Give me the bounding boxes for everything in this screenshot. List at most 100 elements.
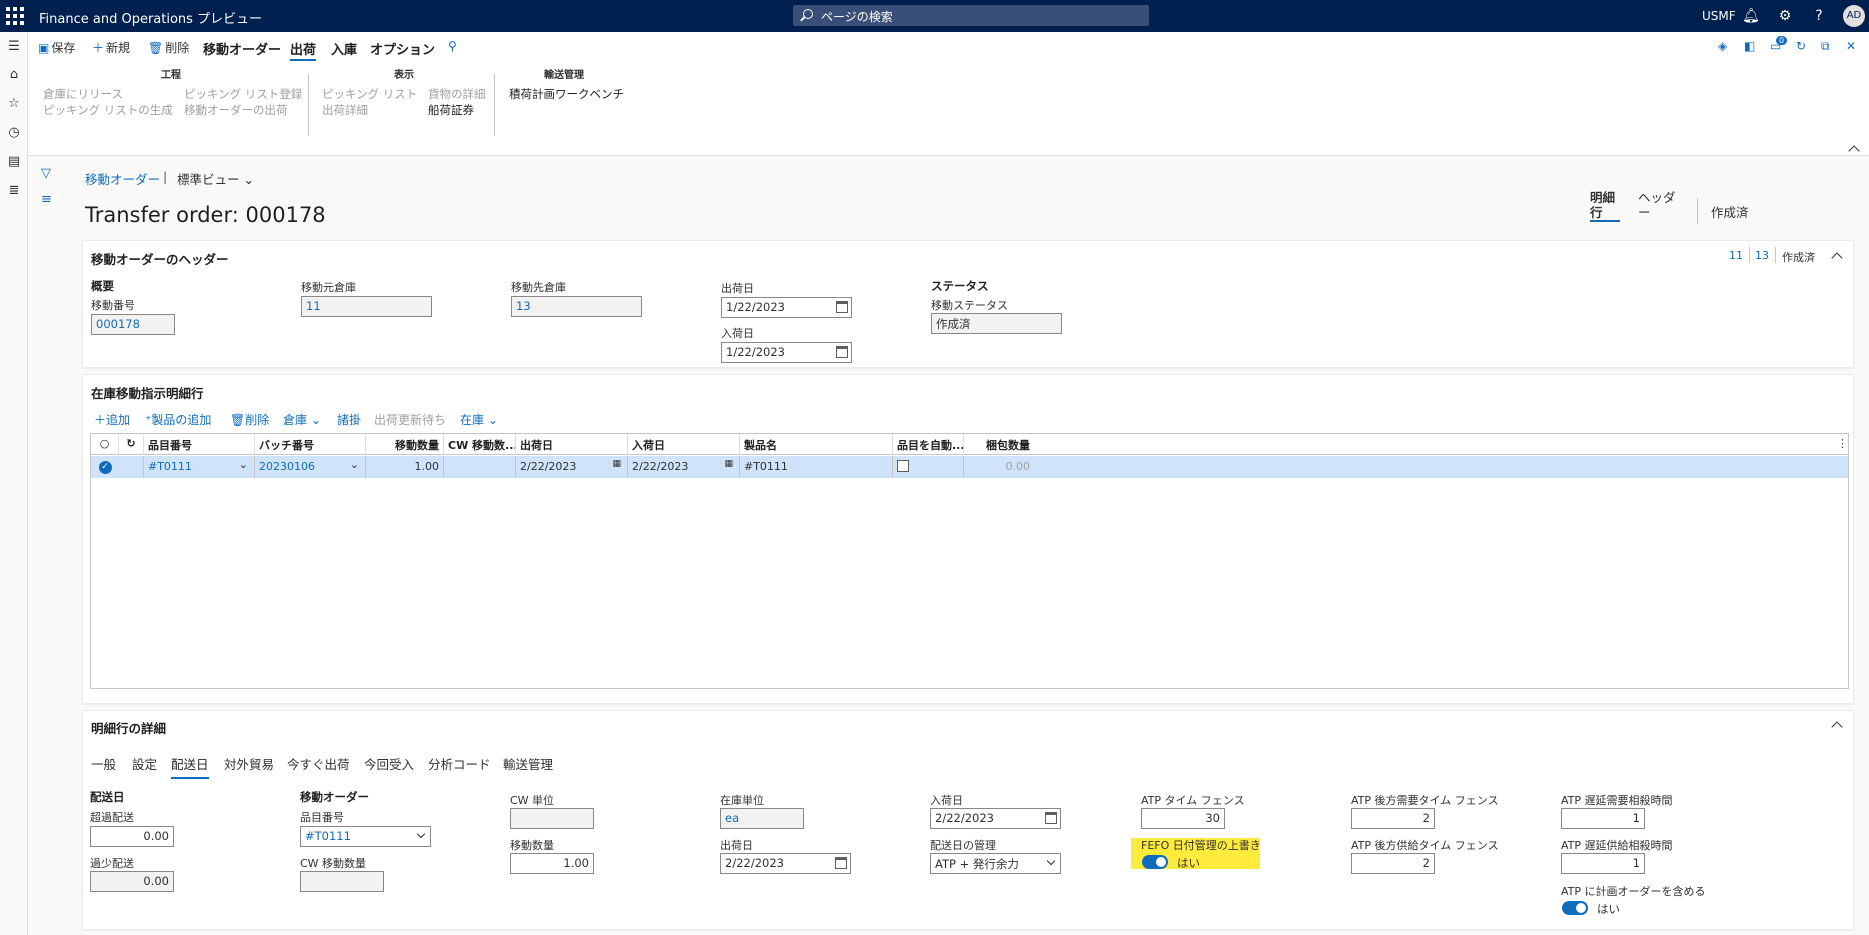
cell-cw-qty[interactable] — [444, 456, 516, 478]
refresh-icon[interactable]: ↻ — [1796, 39, 1806, 53]
detail-item-number-field[interactable]: #T0111 — [300, 826, 431, 847]
close-icon[interactable]: ✕ — [1846, 39, 1856, 53]
tab-receive-now[interactable]: 今回受入 — [364, 754, 414, 773]
collapse-icon[interactable] — [1831, 252, 1843, 264]
order-no-field[interactable]: 000178 — [91, 314, 175, 335]
tab-options[interactable]: オプション — [370, 39, 435, 58]
tab-ship[interactable]: 出荷 — [290, 39, 317, 61]
generate-picking-list-button[interactable]: ピッキング リストの生成 — [43, 102, 173, 118]
tab-delivery-date[interactable]: 配送日 — [171, 754, 209, 779]
save-button[interactable]: ▣ 保存 — [38, 39, 75, 56]
receipt-date-field[interactable]: 1/22/2023 — [721, 342, 852, 363]
delete-button[interactable]: 🗑︎ 削除 — [148, 39, 189, 56]
attach-icon[interactable]: ◈ — [1718, 39, 1727, 53]
bell-icon[interactable]: 🔔︎ — [1742, 7, 1760, 25]
chevron-down-icon[interactable]: ⌄ — [350, 458, 359, 471]
cell-transfer-qty[interactable]: 1.00 — [366, 456, 444, 478]
col-ship-date[interactable]: 出荷日 — [516, 434, 628, 455]
fefo-toggle[interactable] — [1142, 855, 1168, 869]
more-options-icon[interactable]: ⋮ — [1837, 437, 1848, 450]
add-line-button[interactable]: ＋追加 — [94, 411, 130, 428]
calendar-icon[interactable] — [835, 857, 847, 869]
star-icon[interactable]: ☆ — [5, 95, 23, 113]
detail-qty-field[interactable]: 1.00 — [510, 853, 594, 874]
detail-ship-date-field[interactable]: 2/22/2023 — [720, 853, 851, 874]
ship-transfer-order-button[interactable]: 移動オーダーの出荷 — [184, 102, 288, 118]
release-to-warehouse-button[interactable]: 倉庫にリリース — [43, 86, 123, 102]
col-item-number[interactable]: 品目番号 — [144, 434, 255, 455]
tab-financial-dimensions[interactable]: 分析コード — [428, 754, 491, 773]
table-row[interactable]: ✓ #T0111 ⌄ 20230106 ⌄ 1.00 2/22/2023 ▦ 2/22… — [91, 456, 1848, 478]
tab-lines[interactable]: 明細行 — [1590, 190, 1620, 222]
page-search-input[interactable]: ページの検索 — [793, 5, 1149, 26]
breadcrumb[interactable]: 移動オーダー — [85, 169, 160, 188]
calendar-icon[interactable]: ▦ — [612, 459, 621, 469]
to-warehouse-field[interactable]: 13 — [511, 296, 642, 317]
office-icon[interactable]: ◧ — [1744, 39, 1755, 53]
list-icon[interactable]: ≡ — [41, 192, 52, 207]
from-warehouse-field[interactable]: 11 — [301, 296, 432, 317]
tab-receive[interactable]: 入庫 — [331, 39, 357, 58]
load-planning-workbench-button[interactable]: 積荷計画ワークベンチ — [509, 86, 624, 102]
inventory-unit-field[interactable]: ea — [720, 808, 804, 829]
new-button[interactable]: ＋新規 — [92, 39, 130, 56]
ship-date-field[interactable]: 1/22/2023 — [721, 297, 852, 318]
col-pack-qty[interactable]: 梱包数量 — [964, 434, 1034, 455]
col-transfer-qty[interactable]: 移動数量 — [366, 434, 444, 455]
cw-unit-field[interactable] — [510, 808, 594, 829]
notifications-icon[interactable]: ▭ 0 — [1770, 36, 1788, 53]
tab-header[interactable]: ヘッダー — [1638, 190, 1678, 220]
cell-item-number[interactable]: #T0111 ⌄ — [144, 456, 255, 478]
popout-icon[interactable]: ⧉ — [1821, 39, 1830, 54]
modules-icon[interactable]: ≣ — [5, 182, 23, 200]
cell-receipt-date[interactable]: 2/22/2023 ▦ — [628, 456, 740, 478]
company-picker[interactable]: USMF — [1702, 9, 1736, 23]
calendar-icon[interactable] — [1045, 812, 1057, 824]
delay-demand-field[interactable]: 1 — [1561, 808, 1645, 829]
header-section-title[interactable]: 移動オーダーのヘッダー — [91, 249, 229, 268]
misc-charges-button[interactable]: 諸掛 — [337, 411, 361, 428]
collapse-ribbon-icon[interactable] — [1848, 145, 1860, 157]
cw-transfer-qty-field[interactable] — [300, 871, 384, 892]
tab-transfer-order[interactable]: 移動オーダー — [203, 39, 281, 58]
home-icon[interactable]: ⌂ — [5, 66, 23, 84]
avatar[interactable]: AD — [1843, 5, 1865, 27]
clock-icon[interactable]: ◷ — [5, 124, 23, 142]
hamburger-icon[interactable]: ☰ — [5, 38, 23, 56]
tab-foreign-trade[interactable]: 対外貿易 — [224, 754, 274, 773]
atp-fence-field[interactable]: 30 — [1141, 808, 1225, 829]
collapse-icon[interactable] — [1831, 721, 1843, 733]
view-selector[interactable]: 標準ビュー ⌄ — [177, 169, 254, 188]
tab-transportation[interactable]: 輸送管理 — [503, 754, 553, 773]
col-receipt-date[interactable]: 入荷日 — [628, 434, 740, 455]
add-products-button[interactable]: ⁺製品の追加 — [145, 411, 211, 428]
back-supply-field[interactable]: 2 — [1351, 853, 1435, 874]
bill-of-lading-button[interactable]: 船荷証券 — [428, 102, 474, 118]
freight-details-button[interactable]: 貨物の詳細 — [428, 86, 486, 102]
col-auto-item[interactable]: 品目を自動... — [893, 434, 964, 455]
app-launcher-icon[interactable] — [6, 7, 24, 25]
delivery-mgmt-select[interactable]: ATP + 発行余力 — [930, 853, 1061, 874]
auto-item-checkbox[interactable] — [897, 460, 909, 472]
row-selected-check-icon[interactable]: ✓ — [91, 456, 119, 478]
chevron-down-icon[interactable]: ⌄ — [239, 458, 248, 471]
col-product-name[interactable]: 製品名 — [740, 434, 893, 455]
help-icon[interactable]: ? — [1810, 7, 1828, 25]
chevron-down-icon[interactable] — [1046, 856, 1056, 866]
tab-setup[interactable]: 設定 — [132, 754, 157, 773]
delay-supply-field[interactable]: 1 — [1561, 853, 1645, 874]
back-demand-field[interactable]: 2 — [1351, 808, 1435, 829]
chevron-down-icon[interactable] — [416, 829, 426, 839]
calendar-icon[interactable] — [836, 301, 848, 313]
warehouse-menu[interactable]: 倉庫 ⌄ — [283, 411, 321, 428]
over-delivery-field[interactable]: 0.00 — [90, 826, 174, 847]
select-all-radio[interactable]: ○ — [91, 434, 119, 455]
under-delivery-field[interactable]: 0.00 — [90, 871, 174, 892]
shipment-details-button[interactable]: 出荷詳細 — [322, 102, 368, 118]
calendar-icon[interactable]: ▦ — [724, 459, 733, 469]
cell-auto-item[interactable] — [893, 456, 964, 478]
tab-general[interactable]: 一般 — [91, 754, 116, 773]
details-section-title[interactable]: 明細行の詳細 — [91, 718, 166, 737]
picking-list-button[interactable]: ピッキング リスト — [322, 86, 417, 102]
pending-shipment-button[interactable]: 出荷更新待ち — [374, 411, 446, 428]
